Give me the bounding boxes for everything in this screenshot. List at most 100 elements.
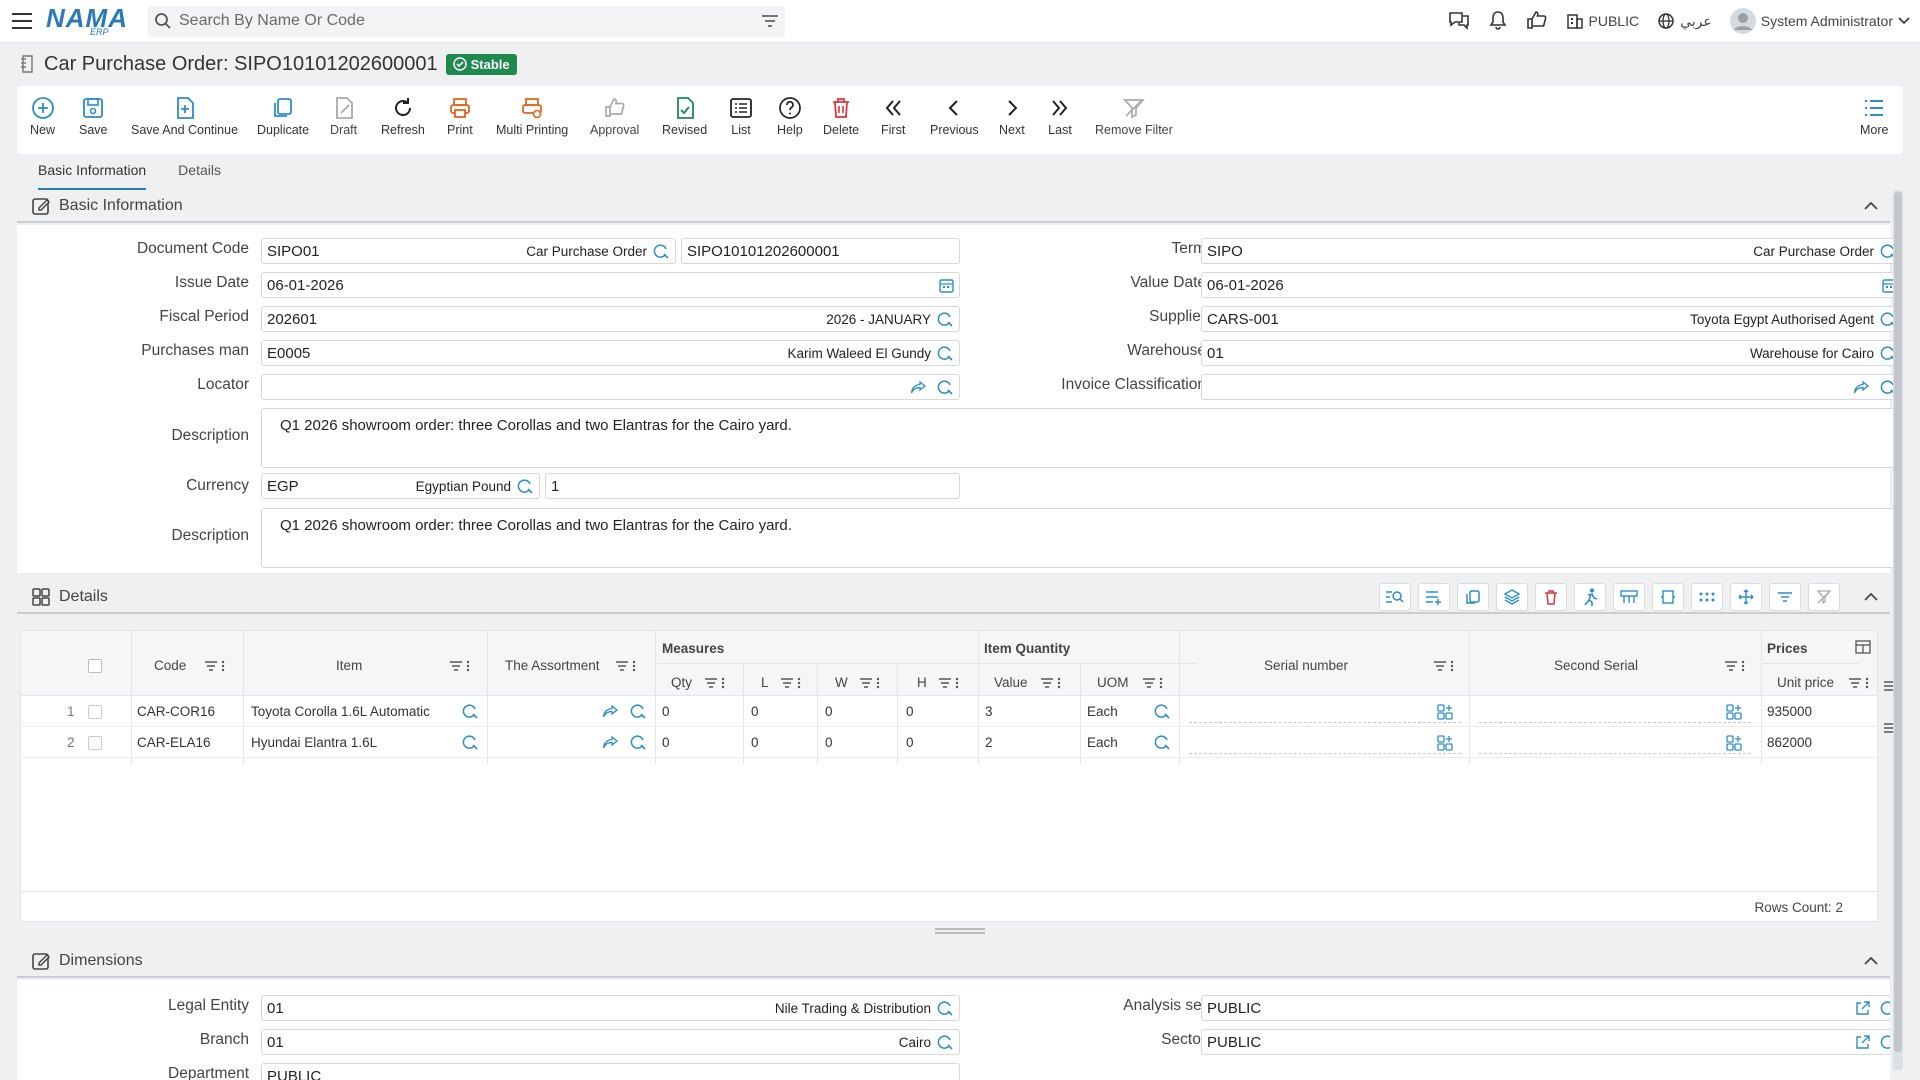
department-field[interactable]: PUBLIC [261,1063,960,1080]
legal-entity-field[interactable]: 01 Nile Trading & Distribution [261,995,960,1021]
lookup-icon[interactable] [937,1000,954,1017]
tab-basic-information[interactable]: Basic Information [38,154,147,190]
multi-printing-button[interactable]: Multi Printing [496,96,568,137]
column-filter-icon[interactable] [780,677,802,689]
cell-uom[interactable]: Each [1087,704,1118,719]
term-field[interactable]: SIPO Car Purchase Order [1201,238,1903,264]
column-value[interactable]: Value [994,675,1028,690]
menu-icon[interactable] [0,0,46,43]
column-filter-icon[interactable] [1433,660,1455,672]
cell-item[interactable]: Hyundai Elantra 1.6L [251,735,377,750]
add-serial-icon[interactable] [1725,703,1743,721]
cell-qty[interactable]: 0 [662,704,670,719]
last-button[interactable]: Last [1048,96,1072,137]
tab-details[interactable]: Details [178,154,221,190]
column-unit-price[interactable]: Unit price [1777,675,1834,690]
lookup-icon[interactable] [1880,1034,1890,1051]
purchases-man-field[interactable]: E0005 Karim Waleed El Gundy [261,340,960,366]
lookup-icon[interactable] [937,1034,954,1051]
cell-code[interactable]: CAR-COR16 [137,704,215,719]
column-chooser-icon[interactable] [1855,640,1871,654]
column-item[interactable]: Item [336,658,362,673]
external-link-icon[interactable] [1855,1000,1870,1016]
chevron-up-icon[interactable] [1864,201,1878,210]
chat-icon[interactable] [1448,10,1470,33]
column-w[interactable]: W [835,675,848,690]
column-serial-number[interactable]: Serial number [1264,658,1348,673]
delete-row-icon[interactable] [1535,582,1567,611]
column-assortment[interactable]: The Assortment [505,658,600,673]
sector-field[interactable]: PUBLIC [1201,1029,1890,1055]
uom-lookup-icon[interactable] [1154,734,1171,751]
cell-value[interactable]: 3 [985,704,993,719]
column-filter-icon[interactable] [1848,677,1870,689]
basic-information-header[interactable]: Basic Information [17,190,1890,223]
value-date-field[interactable]: 06-01-2026 [1201,272,1903,298]
dots-grid-icon[interactable] [1691,582,1723,611]
column-filter-icon[interactable] [204,660,226,672]
share-icon[interactable] [602,704,619,719]
chevron-up-icon[interactable] [1864,592,1878,601]
lookup-icon[interactable] [937,311,954,328]
column-width-icon[interactable] [1652,582,1684,611]
column-qty[interactable]: Qty [671,675,692,690]
issue-date-field[interactable]: 06-01-2026 [261,272,960,298]
lookup-icon[interactable] [937,379,954,396]
thumbs-up-icon[interactable] [1526,10,1548,33]
add-serial-icon[interactable] [1725,734,1743,752]
language-selector[interactable]: عربي [1657,12,1712,30]
column-filter-icon[interactable] [615,660,637,672]
table-icon[interactable] [1613,582,1645,611]
share-icon[interactable] [602,735,619,750]
new-button[interactable]: New [30,96,55,137]
clear-filter-icon[interactable] [1808,582,1840,611]
refresh-button[interactable]: Refresh [381,96,425,137]
column-code[interactable]: Code [154,658,186,673]
column-filter-icon[interactable] [1142,677,1164,689]
column-l[interactable]: L [761,675,769,690]
dimensions-header[interactable]: Dimensions [17,945,1890,978]
assortment-lookup-icon[interactable] [630,703,647,720]
row-checkbox[interactable] [88,736,102,750]
assortment-lookup-icon[interactable] [630,734,647,751]
cell-uom[interactable]: Each [1087,735,1118,750]
share-icon[interactable] [1853,380,1870,395]
remove-filter-button[interactable]: Remove Filter [1095,96,1173,137]
search-rows-icon[interactable] [1379,582,1411,611]
cell-code[interactable]: CAR-ELA16 [137,735,211,750]
column-second-serial[interactable]: Second Serial [1554,658,1638,673]
company-selector[interactable]: PUBLIC [1566,12,1639,30]
description-textarea[interactable]: Q1 2026 showroom order: three Corollas a… [261,408,1903,468]
calendar-icon[interactable] [939,278,954,293]
save-button[interactable]: Save [79,96,108,137]
bell-icon[interactable] [1488,10,1508,33]
cell-w[interactable]: 0 [825,735,833,750]
copy-row-icon[interactable] [1457,582,1489,611]
details-header[interactable]: Details [17,581,1890,614]
column-filter-icon[interactable] [1724,660,1746,672]
next-button[interactable]: Next [999,96,1025,137]
cell-item[interactable]: Toyota Corolla 1.6L Automatic [251,704,430,719]
previous-button[interactable]: Previous [930,96,979,137]
page-scrollbar-thumb[interactable] [1894,192,1902,1052]
item-lookup-icon[interactable] [462,734,479,751]
cell-qty[interactable]: 0 [662,735,670,750]
lookup-icon[interactable] [517,478,534,495]
select-all-checkbox[interactable] [88,659,102,673]
cell-value[interactable]: 2 [985,735,993,750]
delete-button[interactable]: Delete [823,96,859,137]
move-icon[interactable] [1730,582,1762,611]
description2-textarea[interactable]: Q1 2026 showroom order: three Corollas a… [261,508,1903,568]
draft-button[interactable]: Draft [330,96,357,137]
warehouse-field[interactable]: 01 Warehouse for Cairo [1201,340,1903,366]
approval-button[interactable]: Approval [590,96,639,137]
item-lookup-icon[interactable] [462,703,479,720]
column-filter-icon[interactable] [1040,677,1062,689]
share-icon[interactable] [910,380,927,395]
column-uom[interactable]: UOM [1097,675,1129,690]
column-filter-icon[interactable] [704,677,726,689]
column-filter-icon[interactable] [938,677,960,689]
cell-l[interactable]: 0 [751,704,759,719]
add-row-icon[interactable] [1418,582,1450,611]
add-serial-icon[interactable] [1436,734,1454,752]
